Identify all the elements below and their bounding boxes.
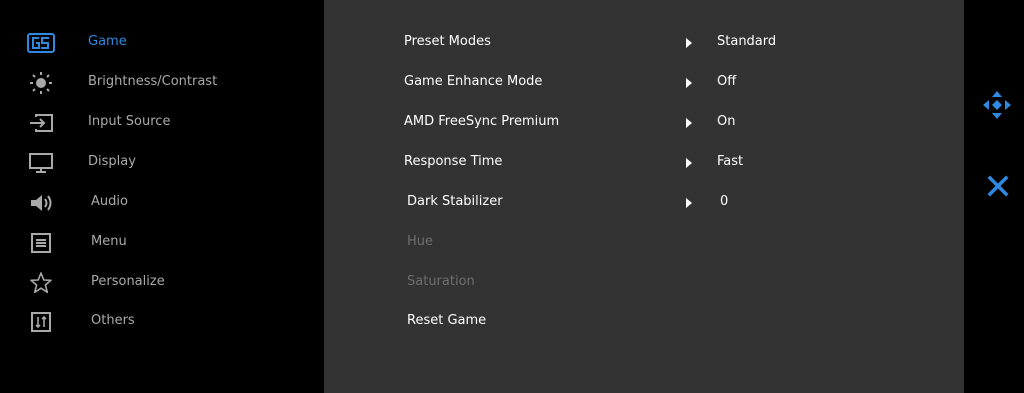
close-icon[interactable]: [986, 174, 1010, 198]
sidebar-item-input-source[interactable]: Input Source: [0, 103, 324, 143]
control-column: [964, 0, 1024, 393]
sidebar-item-label: Others: [91, 313, 135, 328]
settings-panel: Preset Modes Standard Game Enhance Mode …: [324, 0, 964, 393]
display-icon: [26, 151, 56, 175]
sidebar-item-label: Input Source: [88, 114, 171, 129]
row-reset-game[interactable]: Reset Game: [324, 302, 964, 342]
sidebar-item-others[interactable]: Others: [0, 302, 324, 342]
row-label: Dark Stabilizer: [407, 194, 503, 209]
row-label: Reset Game: [407, 313, 487, 328]
sidebar-item-menu[interactable]: Menu: [0, 223, 324, 263]
row-value: Off: [717, 74, 737, 89]
speaker-icon: [26, 191, 56, 215]
row-label: AMD FreeSync Premium: [404, 114, 560, 129]
row-value: Fast: [717, 154, 744, 169]
row-value: On: [717, 114, 736, 129]
row-dark-stabilizer[interactable]: Dark Stabilizer 0: [324, 183, 964, 223]
navigate-icon[interactable]: [982, 90, 1012, 120]
arrow-right-icon: [686, 158, 692, 168]
sidebar-item-label: Brightness/Contrast: [88, 74, 218, 89]
row-label: Game Enhance Mode: [404, 74, 543, 89]
sidebar-item-label: Personalize: [91, 274, 165, 289]
row-amd-freesync-premium[interactable]: AMD FreeSync Premium On: [324, 103, 964, 143]
monitor-osd: Game Brightness/Contrast Input Source Di…: [0, 0, 1024, 393]
sidebar-item-label: Menu: [91, 234, 127, 249]
sidebar-item-label: Display: [88, 154, 136, 169]
sidebar-item-display[interactable]: Display: [0, 143, 324, 183]
sidebar-item-personalize[interactable]: Personalize: [0, 263, 324, 303]
row-preset-modes[interactable]: Preset Modes Standard: [324, 23, 964, 63]
arrow-right-icon: [686, 38, 692, 48]
sidebar-item-label: Audio: [91, 194, 128, 209]
row-value: Standard: [717, 34, 777, 49]
arrow-right-icon: [686, 78, 692, 88]
others-icon: [26, 310, 56, 334]
brightness-icon: [26, 71, 56, 95]
sidebar-item-audio[interactable]: Audio: [0, 183, 324, 223]
row-response-time[interactable]: Response Time Fast: [324, 143, 964, 183]
sidebar: Game Brightness/Contrast Input Source Di…: [0, 0, 324, 393]
row-label: Saturation: [407, 274, 475, 289]
arrow-right-icon: [686, 118, 692, 128]
star-icon: [26, 271, 56, 295]
sidebar-item-label: Game: [88, 34, 127, 49]
menu-icon: [26, 231, 56, 255]
input-source-icon: [26, 111, 56, 135]
row-label: Response Time: [404, 154, 503, 169]
row-game-enhance-mode[interactable]: Game Enhance Mode Off: [324, 63, 964, 103]
row-label: Hue: [407, 234, 434, 249]
row-hue: Hue: [324, 223, 964, 263]
row-saturation: Saturation: [324, 263, 964, 303]
sidebar-item-game[interactable]: Game: [0, 23, 324, 63]
row-value: 0: [720, 194, 729, 209]
sidebar-item-brightness-contrast[interactable]: Brightness/Contrast: [0, 63, 324, 103]
game-icon: [26, 31, 56, 55]
row-label: Preset Modes: [404, 34, 491, 49]
arrow-right-icon: [686, 198, 692, 208]
